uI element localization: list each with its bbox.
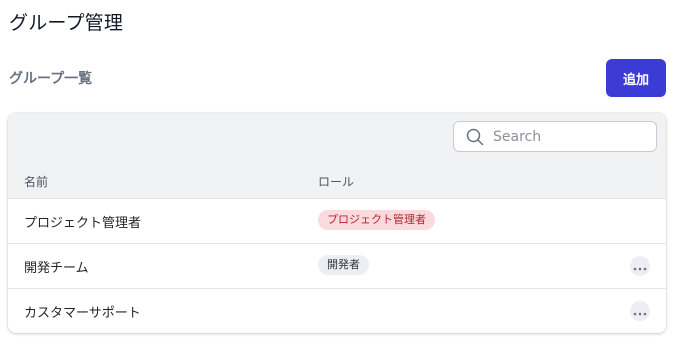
table-row[interactable]: カスタマーサポート bbox=[8, 289, 666, 333]
search-box[interactable] bbox=[453, 121, 657, 152]
table-row[interactable]: 開発チーム 開発者 bbox=[8, 244, 666, 289]
group-name: 開発チーム bbox=[24, 261, 89, 276]
row-actions-button[interactable] bbox=[630, 256, 650, 276]
row-actions-button[interactable] bbox=[630, 301, 650, 321]
add-button[interactable]: 追加 bbox=[606, 59, 666, 97]
section-title: グループ一覧 bbox=[9, 71, 93, 87]
more-horizontal-icon bbox=[633, 304, 647, 319]
search-icon bbox=[465, 127, 485, 147]
role-badge: 開発者 bbox=[318, 255, 369, 275]
page-title: グループ管理 bbox=[9, 12, 124, 34]
column-header-name[interactable]: 名前 bbox=[24, 173, 48, 190]
group-name: カスタマーサポート bbox=[24, 306, 141, 321]
role-badge: プロジェクト管理者 bbox=[318, 210, 435, 230]
column-header-role[interactable]: ロール bbox=[318, 173, 354, 190]
search-input[interactable] bbox=[493, 128, 643, 145]
table-header: 名前 ロール bbox=[8, 162, 666, 199]
table-toolbar bbox=[8, 113, 666, 163]
table-row[interactable]: プロジェクト管理者 プロジェクト管理者 bbox=[8, 199, 666, 244]
group-name: プロジェクト管理者 bbox=[24, 216, 142, 231]
more-horizontal-icon bbox=[633, 259, 647, 274]
group-table-card: 名前 ロール プロジェクト管理者 プロジェクト管理者 開発チーム 開発者 カスタ… bbox=[8, 113, 666, 333]
